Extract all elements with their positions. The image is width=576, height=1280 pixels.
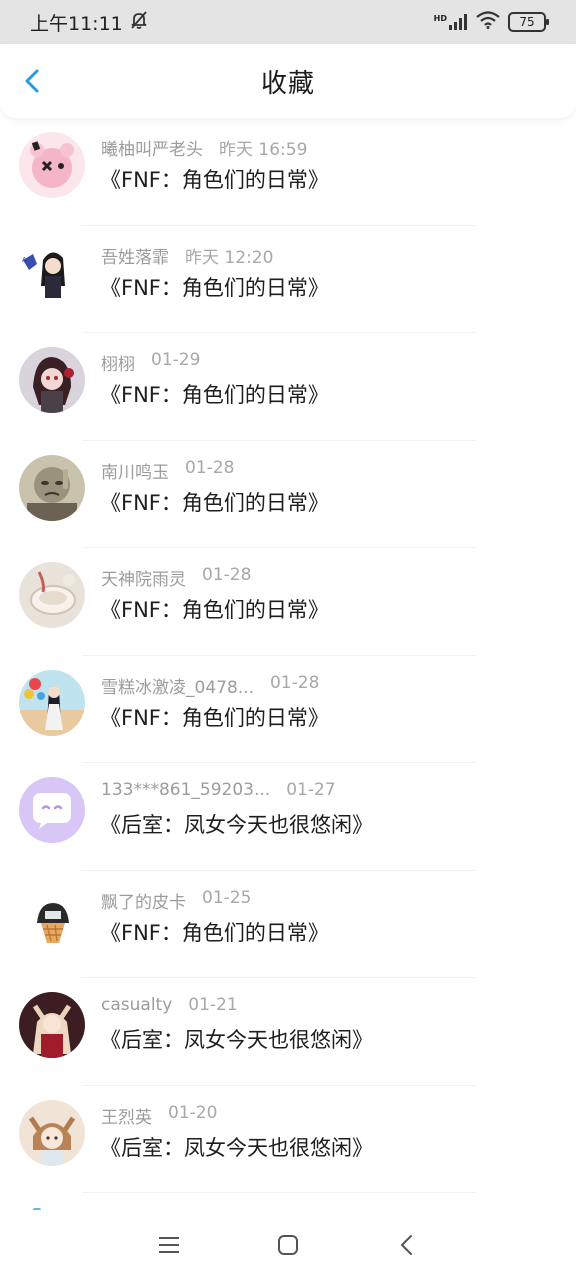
username[interactable]: 栩栩	[101, 350, 135, 375]
list-item[interactable]: A 吾姓落霏 昨天 12:20 《FNF：角色们的日常》	[0, 226, 576, 333]
favorites-list: 曦柚叫严老头 昨天 16:59 《FNF：角色们的日常》 A 吾姓落霏 昨天 12:…	[0, 118, 576, 1193]
back-triangle-icon	[400, 1235, 412, 1255]
timestamp: 01-28	[269, 672, 320, 693]
item-meta: 吾姓落霏 昨天 12:20	[101, 243, 273, 268]
item-meta: 飘了的皮卡 01-25	[101, 888, 251, 913]
system-nav-bar	[0, 1210, 576, 1280]
work-title[interactable]: 《FNF：角色们的日常》	[100, 379, 329, 409]
system-back-button[interactable]	[387, 1225, 427, 1265]
home-square-icon	[277, 1235, 298, 1255]
network-label: HD	[433, 14, 447, 23]
back-button[interactable]	[16, 64, 50, 98]
avatar[interactable]	[19, 454, 85, 521]
work-title[interactable]: 《FNF：角色们的日常》	[100, 702, 329, 732]
work-title[interactable]: 《FNF：角色们的日常》	[100, 164, 329, 194]
list-item[interactable]: 曦柚叫严老头 昨天 16:59 《FNF：角色们的日常》	[0, 118, 576, 226]
signal-icon: HD	[434, 14, 468, 30]
timestamp: 01-28	[185, 457, 235, 478]
status-left: 上午11:11	[30, 9, 149, 36]
divider	[82, 1192, 476, 1193]
avatar[interactable]	[19, 1099, 85, 1166]
work-title[interactable]: 《FNF：角色们的日常》	[100, 272, 329, 302]
status-time: 上午11:11	[30, 12, 123, 35]
work-title[interactable]: 《FNF：角色们的日常》	[100, 917, 329, 947]
list-item[interactable]: 雪糕冰激凌_0478... 01-28 《FNF：角色们的日常》	[0, 656, 576, 763]
work-title[interactable]: 《后室：凤女今天也很悠闲》	[100, 1024, 373, 1054]
work-title[interactable]: 《FNF：角色们的日常》	[100, 487, 329, 517]
avatar[interactable]	[19, 669, 85, 736]
header: 收藏	[0, 44, 576, 118]
timestamp: 01-21	[188, 995, 238, 1015]
list-item[interactable]: 王烈英 01-20 《后室：凤女今天也很悠闲》	[0, 1086, 576, 1193]
username[interactable]: 飘了的皮卡	[101, 888, 186, 913]
status-right: HD 75	[434, 11, 549, 33]
timestamp: 01-20	[168, 1102, 218, 1123]
item-meta: 曦柚叫严老头 昨天 16:59	[101, 135, 307, 160]
username[interactable]: 天神院雨灵	[101, 565, 186, 590]
work-title[interactable]: 《后室：凤女今天也很悠闲》	[100, 1132, 373, 1162]
avatar[interactable]	[19, 884, 85, 951]
list-item[interactable]: 南川鸣玉 01-28 《FNF：角色们的日常》	[0, 441, 576, 548]
work-title[interactable]: 《FNF：角色们的日常》	[100, 594, 329, 624]
timestamp: 01-28	[202, 565, 252, 585]
username[interactable]: casualty	[101, 995, 172, 1015]
list-item[interactable]: 天神院雨灵 01-28 《FNF：角色们的日常》	[0, 548, 576, 656]
list-item[interactable]: 133***861_59203... 01-27 《后室：凤女今天也很悠闲》	[0, 763, 576, 871]
avatar[interactable]: A	[19, 239, 85, 306]
menu-button[interactable]	[149, 1225, 189, 1265]
mute-bell-icon	[129, 10, 149, 35]
page-title: 收藏	[260, 68, 315, 99]
home-button[interactable]	[268, 1225, 308, 1265]
item-meta: 133***861_59203... 01-27	[101, 780, 336, 800]
item-meta: 天神院雨灵 01-28	[101, 565, 251, 590]
avatar[interactable]	[19, 562, 85, 628]
wifi-icon	[476, 11, 500, 33]
timestamp: 01-25	[202, 887, 252, 908]
timestamp: 昨天 16:59	[219, 140, 308, 160]
list-item[interactable]: 栩栩 01-29 《FNF：角色们的日常》	[0, 333, 576, 441]
chevron-left-icon	[25, 69, 39, 93]
username[interactable]: 雪糕冰激凌_0478...	[101, 673, 254, 698]
work-title[interactable]: 《后室：凤女今天也很悠闲》	[100, 809, 373, 839]
username[interactable]: 王烈英	[101, 1103, 152, 1128]
timestamp: 昨天 12:20	[185, 247, 274, 268]
username[interactable]: 133***861_59203...	[101, 780, 270, 800]
username[interactable]: 南川鸣玉	[101, 458, 169, 483]
svg-text:A: A	[22, 256, 27, 264]
avatar[interactable]	[19, 347, 85, 413]
item-meta: casualty 01-21	[101, 995, 238, 1015]
list-item[interactable]: casualty 01-21 《后室：凤女今天也很悠闲》	[0, 978, 576, 1086]
battery-icon: 75	[508, 12, 549, 32]
item-meta: 栩栩 01-29	[101, 350, 200, 375]
item-meta: 雪糕冰激凌_0478... 01-28	[101, 673, 319, 698]
username[interactable]: 吾姓落霏	[101, 243, 169, 268]
item-meta: 南川鸣玉 01-28	[101, 458, 234, 483]
username[interactable]: 曦柚叫严老头	[101, 135, 203, 160]
item-meta: 王烈英 01-20	[101, 1103, 217, 1128]
timestamp: 01-27	[286, 780, 336, 800]
list-item[interactable]: 飘了的皮卡 01-25 《FNF：角色们的日常》	[0, 871, 576, 978]
avatar[interactable]	[19, 992, 85, 1058]
menu-icon	[159, 1237, 180, 1253]
avatar[interactable]	[19, 777, 85, 843]
timestamp: 01-29	[151, 350, 201, 370]
status-bar: 上午11:11 HD 75	[0, 0, 576, 44]
avatar[interactable]	[19, 132, 85, 198]
